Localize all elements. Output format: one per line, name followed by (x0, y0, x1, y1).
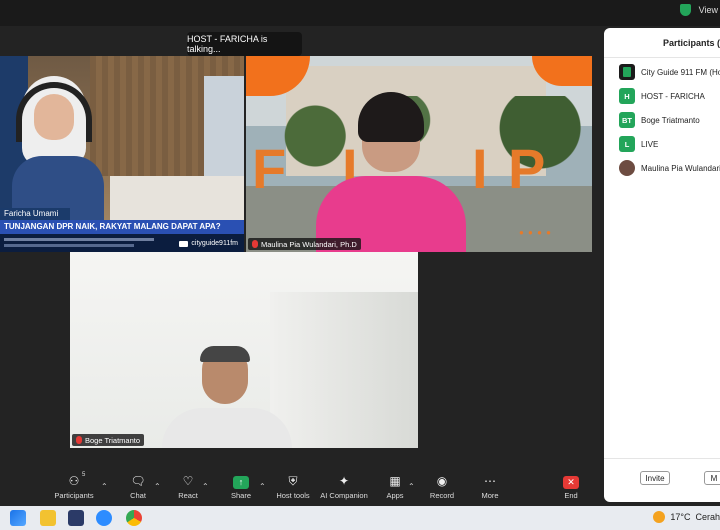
end-call-icon: ✕ (541, 474, 601, 489)
panel-title: Participants ( (604, 28, 720, 58)
invite-button[interactable]: Invite (640, 471, 670, 485)
broadcast-lower-third: Faricha Umami TUNJANGAN DPR NAIK, RAKYAT… (0, 208, 244, 252)
view-button[interactable]: View (679, 4, 720, 16)
zoom-app-icon[interactable] (96, 510, 112, 526)
participant-name-tag: Boge Triatmanto (72, 434, 145, 446)
mic-muted-icon (76, 436, 82, 444)
mic-muted-icon (252, 240, 258, 248)
participant-item[interactable]: City Guide 911 FM (Host) (604, 60, 720, 84)
weather-widget[interactable]: 17°C Cerah (653, 511, 720, 523)
windows-start-icon[interactable] (10, 510, 26, 526)
window (204, 76, 244, 176)
participants-panel: Participants ( City Guide 911 FM (Host) … (604, 28, 720, 502)
participant-name-tag: Maulina Pia Wulandari, Ph.D (248, 238, 361, 250)
talking-indicator: HOST - FARICHA is talking... (187, 32, 302, 56)
os-taskbar: 17°C Cerah (0, 506, 720, 530)
participant-count: 5 (82, 472, 86, 478)
avatar: L (619, 136, 635, 152)
avatar: BT (619, 112, 635, 128)
participants-button[interactable]: ⚇ 5 Participants (44, 472, 104, 500)
campus-letter: I (472, 137, 488, 200)
people-icon: ⚇ (68, 474, 80, 488)
video-tile-boge[interactable]: Boge Triatmanto (70, 252, 418, 448)
meeting-top-bar: View (0, 0, 720, 26)
youtube-icon (179, 240, 189, 247)
view-label: View (698, 5, 718, 15)
file-explorer-icon[interactable] (40, 510, 56, 526)
meeting-toolbar: ⚇ 5 Participants ⌃ 🗨 Chat ⌃ ♡ React ⌃ ↑ … (0, 466, 604, 506)
campus-letter: F (252, 137, 287, 200)
youtube-handle: cityguide911fm (179, 240, 238, 247)
participant-item[interactable]: H HOST - FARICHA (604, 84, 720, 108)
chevron-up-icon[interactable]: ⌃ (101, 482, 108, 491)
speaker-figure (316, 92, 466, 252)
participants-list: City Guide 911 FM (Host) H HOST - FARICH… (604, 60, 720, 180)
avatar (619, 160, 635, 176)
chrome-icon[interactable] (126, 510, 142, 526)
lower-third-footer: cityguide911fm (0, 234, 244, 252)
participant-item[interactable]: Maulina Pia Wulandari, Ph.D (604, 156, 720, 180)
avatar: H (619, 88, 635, 104)
heart-icon: ♡ (182, 474, 194, 488)
end-button[interactable]: ✕ End (541, 474, 601, 500)
more-button[interactable]: ⋯ More (460, 474, 520, 500)
speaker-figure (162, 346, 292, 448)
chevron-up-icon[interactable]: ⌃ (202, 482, 209, 491)
participant-item[interactable]: L LIVE (604, 132, 720, 156)
lower-third-headline: TUNJANGAN DPR NAIK, RAKYAT MALANG DAPAT … (0, 220, 244, 234)
sun-icon (653, 511, 666, 523)
ellipsis-icon: ⋯ (484, 474, 496, 488)
more-participant-options-button[interactable]: M (704, 471, 720, 485)
app-icon[interactable] (68, 510, 84, 526)
react-button[interactable]: ♡ React (158, 474, 218, 500)
avatar (619, 64, 635, 80)
participant-item[interactable]: BT Boge Triatmanto (604, 108, 720, 132)
lower-third-name: Faricha Umami (0, 208, 70, 220)
panel-footer: Invite M (604, 458, 720, 502)
campus-letter: P (508, 137, 546, 200)
decor-dots: ● ● ● ● (519, 228, 552, 237)
security-shield-icon (679, 4, 691, 16)
video-tile-maulina[interactable]: F I I P ● ● ● ● Maulina Pia Wulandari, P… (246, 56, 592, 252)
video-tile-faricha[interactable]: Faricha Umami TUNJANGAN DPR NAIK, RAKYAT… (0, 56, 244, 252)
